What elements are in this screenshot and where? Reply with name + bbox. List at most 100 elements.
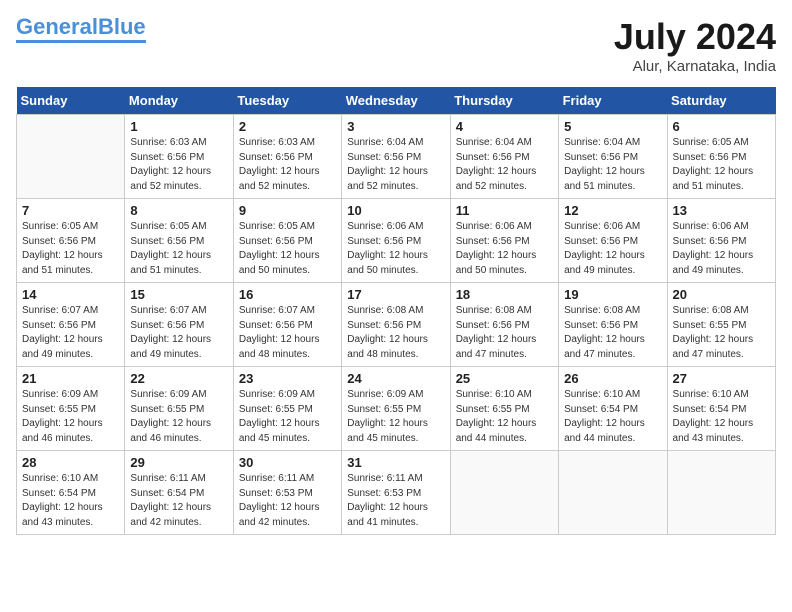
day-number: 12 — [564, 203, 661, 218]
day-info: Sunrise: 6:11 AMSunset: 6:53 PMDaylight:… — [239, 472, 336, 530]
day-number: 19 — [564, 287, 661, 302]
day-info: Sunrise: 6:06 AMSunset: 6:56 PMDaylight:… — [456, 220, 553, 278]
day-info: Sunrise: 6:03 AMSunset: 6:56 PMDaylight:… — [130, 136, 227, 194]
day-info: Sunrise: 6:08 AMSunset: 6:56 PMDaylight:… — [564, 304, 661, 362]
day-number: 10 — [347, 203, 444, 218]
day-info: Sunrise: 6:11 AMSunset: 6:53 PMDaylight:… — [347, 472, 444, 530]
weekday-header-saturday: Saturday — [667, 87, 775, 115]
calendar-cell — [450, 451, 558, 535]
day-info: Sunrise: 6:09 AMSunset: 6:55 PMDaylight:… — [130, 388, 227, 446]
day-info: Sunrise: 6:10 AMSunset: 6:54 PMDaylight:… — [673, 388, 770, 446]
day-info: Sunrise: 6:07 AMSunset: 6:56 PMDaylight:… — [22, 304, 119, 362]
day-number: 16 — [239, 287, 336, 302]
calendar-cell: 18 Sunrise: 6:08 AMSunset: 6:56 PMDaylig… — [450, 283, 558, 367]
day-number: 31 — [347, 455, 444, 470]
calendar-table: SundayMondayTuesdayWednesdayThursdayFrid… — [16, 87, 776, 535]
calendar-cell: 25 Sunrise: 6:10 AMSunset: 6:55 PMDaylig… — [450, 367, 558, 451]
day-number: 14 — [22, 287, 119, 302]
calendar-cell: 26 Sunrise: 6:10 AMSunset: 6:54 PMDaylig… — [559, 367, 667, 451]
day-info: Sunrise: 6:10 AMSunset: 6:54 PMDaylight:… — [564, 388, 661, 446]
calendar-cell: 17 Sunrise: 6:08 AMSunset: 6:56 PMDaylig… — [342, 283, 450, 367]
calendar-cell: 11 Sunrise: 6:06 AMSunset: 6:56 PMDaylig… — [450, 199, 558, 283]
day-info: Sunrise: 6:04 AMSunset: 6:56 PMDaylight:… — [564, 136, 661, 194]
day-number: 4 — [456, 119, 553, 134]
title-block: July 2024 Alur, Karnataka, India — [614, 16, 776, 75]
location-title: Alur, Karnataka, India — [614, 58, 776, 75]
day-number: 7 — [22, 203, 119, 218]
day-info: Sunrise: 6:08 AMSunset: 6:56 PMDaylight:… — [347, 304, 444, 362]
weekday-header-row: SundayMondayTuesdayWednesdayThursdayFrid… — [17, 87, 776, 115]
day-number: 25 — [456, 371, 553, 386]
day-number: 22 — [130, 371, 227, 386]
logo-blue: Blue — [98, 14, 146, 39]
day-number: 13 — [673, 203, 770, 218]
day-number: 9 — [239, 203, 336, 218]
day-info: Sunrise: 6:07 AMSunset: 6:56 PMDaylight:… — [239, 304, 336, 362]
calendar-cell: 10 Sunrise: 6:06 AMSunset: 6:56 PMDaylig… — [342, 199, 450, 283]
calendar-week-1: 7 Sunrise: 6:05 AMSunset: 6:56 PMDayligh… — [17, 199, 776, 283]
day-info: Sunrise: 6:05 AMSunset: 6:56 PMDaylight:… — [239, 220, 336, 278]
day-number: 3 — [347, 119, 444, 134]
calendar-week-3: 21 Sunrise: 6:09 AMSunset: 6:55 PMDaylig… — [17, 367, 776, 451]
calendar-cell: 20 Sunrise: 6:08 AMSunset: 6:55 PMDaylig… — [667, 283, 775, 367]
day-info: Sunrise: 6:04 AMSunset: 6:56 PMDaylight:… — [456, 136, 553, 194]
calendar-cell: 6 Sunrise: 6:05 AMSunset: 6:56 PMDayligh… — [667, 115, 775, 199]
day-number: 27 — [673, 371, 770, 386]
day-info: Sunrise: 6:05 AMSunset: 6:56 PMDaylight:… — [130, 220, 227, 278]
calendar-week-0: 1 Sunrise: 6:03 AMSunset: 6:56 PMDayligh… — [17, 115, 776, 199]
logo-underline — [16, 40, 146, 43]
weekday-header-thursday: Thursday — [450, 87, 558, 115]
day-number: 17 — [347, 287, 444, 302]
day-number: 6 — [673, 119, 770, 134]
day-number: 8 — [130, 203, 227, 218]
calendar-week-2: 14 Sunrise: 6:07 AMSunset: 6:56 PMDaylig… — [17, 283, 776, 367]
day-number: 20 — [673, 287, 770, 302]
calendar-cell: 15 Sunrise: 6:07 AMSunset: 6:56 PMDaylig… — [125, 283, 233, 367]
day-number: 18 — [456, 287, 553, 302]
day-info: Sunrise: 6:08 AMSunset: 6:55 PMDaylight:… — [673, 304, 770, 362]
calendar-cell: 14 Sunrise: 6:07 AMSunset: 6:56 PMDaylig… — [17, 283, 125, 367]
day-info: Sunrise: 6:06 AMSunset: 6:56 PMDaylight:… — [347, 220, 444, 278]
day-number: 26 — [564, 371, 661, 386]
day-info: Sunrise: 6:03 AMSunset: 6:56 PMDaylight:… — [239, 136, 336, 194]
calendar-cell: 22 Sunrise: 6:09 AMSunset: 6:55 PMDaylig… — [125, 367, 233, 451]
calendar-cell: 30 Sunrise: 6:11 AMSunset: 6:53 PMDaylig… — [233, 451, 341, 535]
day-number: 1 — [130, 119, 227, 134]
day-info: Sunrise: 6:10 AMSunset: 6:54 PMDaylight:… — [22, 472, 119, 530]
weekday-header-friday: Friday — [559, 87, 667, 115]
day-info: Sunrise: 6:10 AMSunset: 6:55 PMDaylight:… — [456, 388, 553, 446]
calendar-cell: 24 Sunrise: 6:09 AMSunset: 6:55 PMDaylig… — [342, 367, 450, 451]
day-number: 30 — [239, 455, 336, 470]
calendar-week-4: 28 Sunrise: 6:10 AMSunset: 6:54 PMDaylig… — [17, 451, 776, 535]
calendar-cell — [559, 451, 667, 535]
calendar-cell: 5 Sunrise: 6:04 AMSunset: 6:56 PMDayligh… — [559, 115, 667, 199]
day-number: 29 — [130, 455, 227, 470]
logo: GeneralBlue — [16, 16, 146, 43]
calendar-cell: 28 Sunrise: 6:10 AMSunset: 6:54 PMDaylig… — [17, 451, 125, 535]
logo-general: General — [16, 14, 98, 39]
calendar-cell: 8 Sunrise: 6:05 AMSunset: 6:56 PMDayligh… — [125, 199, 233, 283]
calendar-cell — [667, 451, 775, 535]
day-info: Sunrise: 6:04 AMSunset: 6:56 PMDaylight:… — [347, 136, 444, 194]
day-number: 11 — [456, 203, 553, 218]
day-number: 5 — [564, 119, 661, 134]
day-number: 23 — [239, 371, 336, 386]
day-info: Sunrise: 6:09 AMSunset: 6:55 PMDaylight:… — [347, 388, 444, 446]
day-info: Sunrise: 6:05 AMSunset: 6:56 PMDaylight:… — [673, 136, 770, 194]
day-number: 21 — [22, 371, 119, 386]
calendar-cell: 4 Sunrise: 6:04 AMSunset: 6:56 PMDayligh… — [450, 115, 558, 199]
calendar-cell: 1 Sunrise: 6:03 AMSunset: 6:56 PMDayligh… — [125, 115, 233, 199]
page-header: GeneralBlue July 2024 Alur, Karnataka, I… — [16, 16, 776, 75]
day-info: Sunrise: 6:06 AMSunset: 6:56 PMDaylight:… — [673, 220, 770, 278]
calendar-cell: 16 Sunrise: 6:07 AMSunset: 6:56 PMDaylig… — [233, 283, 341, 367]
day-info: Sunrise: 6:07 AMSunset: 6:56 PMDaylight:… — [130, 304, 227, 362]
day-info: Sunrise: 6:06 AMSunset: 6:56 PMDaylight:… — [564, 220, 661, 278]
day-number: 2 — [239, 119, 336, 134]
day-number: 24 — [347, 371, 444, 386]
weekday-header-tuesday: Tuesday — [233, 87, 341, 115]
day-info: Sunrise: 6:09 AMSunset: 6:55 PMDaylight:… — [239, 388, 336, 446]
calendar-cell: 19 Sunrise: 6:08 AMSunset: 6:56 PMDaylig… — [559, 283, 667, 367]
calendar-cell: 23 Sunrise: 6:09 AMSunset: 6:55 PMDaylig… — [233, 367, 341, 451]
calendar-cell: 27 Sunrise: 6:10 AMSunset: 6:54 PMDaylig… — [667, 367, 775, 451]
calendar-cell: 9 Sunrise: 6:05 AMSunset: 6:56 PMDayligh… — [233, 199, 341, 283]
